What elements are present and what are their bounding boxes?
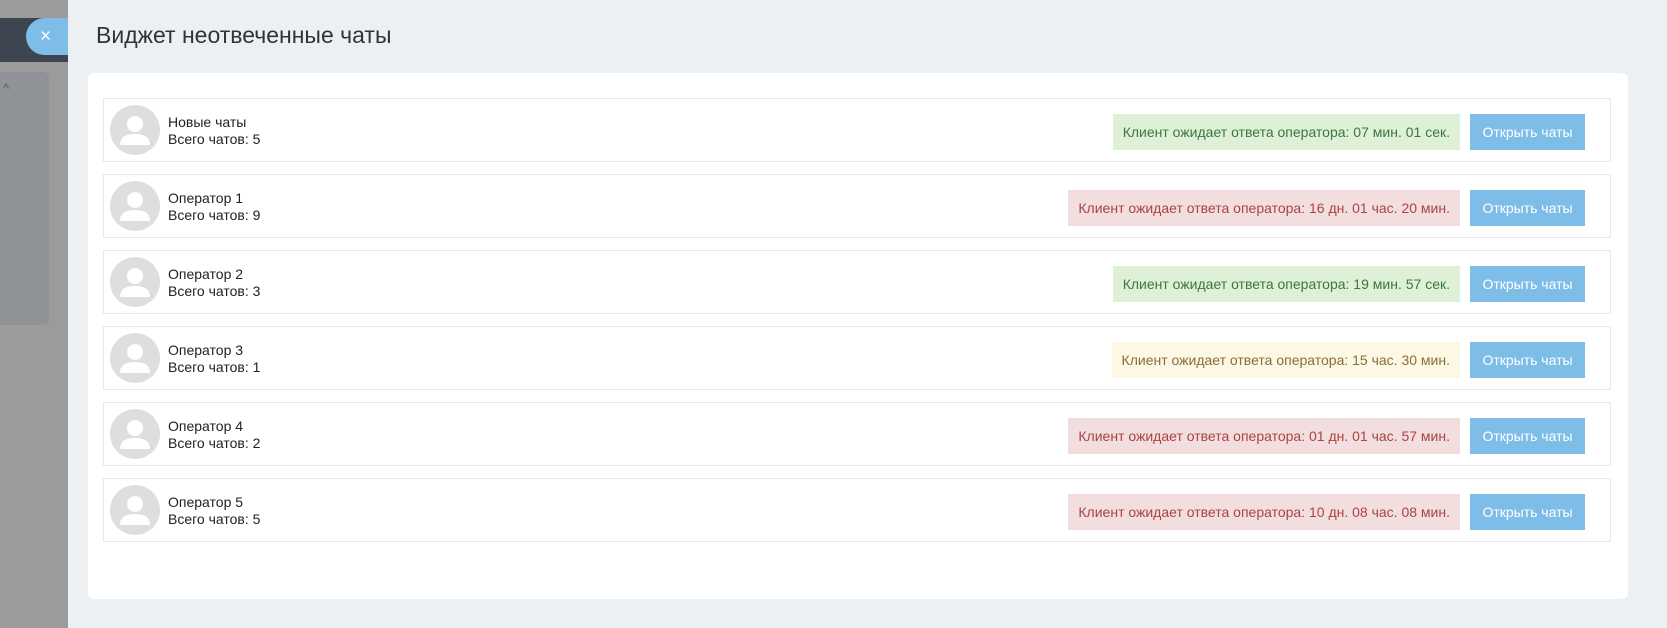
row-total: Всего чатов: 2 bbox=[168, 435, 261, 451]
row-total: Всего чатов: 5 bbox=[168, 131, 261, 147]
row-info: Оператор 1 Всего чатов: 9 bbox=[168, 190, 260, 224]
unanswered-chats-modal: Виджет неотвеченные чаты Новые чаты Всег… bbox=[68, 0, 1667, 628]
row-name: Оператор 2 bbox=[168, 266, 244, 282]
list-item: Оператор 1 Всего чатов: 9 Клиент ожидает… bbox=[103, 174, 1611, 238]
open-chats-button[interactable]: Открыть чаты bbox=[1470, 494, 1585, 530]
list-item: Новые чаты Всего чатов: 5 Клиент ожидает… bbox=[103, 98, 1611, 162]
user-silhouette-icon bbox=[110, 257, 160, 307]
row-info: Оператор 2 Всего чатов: 3 bbox=[168, 266, 260, 300]
user-silhouette-icon bbox=[110, 409, 160, 459]
open-chats-button[interactable]: Открыть чаты bbox=[1470, 266, 1585, 302]
row-info: Оператор 4 Всего чатов: 2 bbox=[168, 418, 260, 452]
status-badge: Клиент ожидает ответа оператора: 07 мин.… bbox=[1112, 114, 1460, 150]
row-name: Оператор 4 bbox=[168, 418, 244, 434]
list-item: Оператор 5 Всего чатов: 5 Клиент ожидает… bbox=[103, 478, 1611, 542]
open-chats-button[interactable]: Открыть чаты bbox=[1470, 418, 1585, 454]
row-name: Оператор 1 bbox=[168, 190, 244, 206]
row-total: Всего чатов: 3 bbox=[168, 283, 261, 299]
status-badge: Клиент ожидает ответа оператора: 19 мин.… bbox=[1112, 266, 1460, 302]
status-badge: Клиент ожидает ответа оператора: 10 дн. … bbox=[1068, 494, 1460, 530]
status-badge: Клиент ожидает ответа оператора: 15 час.… bbox=[1111, 342, 1460, 378]
row-info: Оператор 3 Всего чатов: 1 bbox=[168, 342, 260, 376]
background-panel bbox=[0, 72, 49, 325]
list-item: Оператор 4 Всего чатов: 2 Клиент ожидает… bbox=[103, 402, 1611, 466]
row-info: Оператор 5 Всего чатов: 5 bbox=[168, 494, 260, 528]
row-info: Новые чаты Всего чатов: 5 bbox=[168, 114, 260, 148]
row-name: Оператор 3 bbox=[168, 342, 244, 358]
open-chats-button[interactable]: Открыть чаты bbox=[1470, 342, 1585, 378]
list-item: Оператор 2 Всего чатов: 3 Клиент ожидает… bbox=[103, 250, 1611, 314]
row-total: Всего чатов: 1 bbox=[168, 359, 261, 375]
row-total: Всего чатов: 9 bbox=[168, 207, 261, 223]
user-silhouette-icon bbox=[110, 181, 160, 231]
chats-card: Новые чаты Всего чатов: 5 Клиент ожидает… bbox=[88, 73, 1628, 599]
list-item: Оператор 3 Всего чатов: 1 Клиент ожидает… bbox=[103, 326, 1611, 390]
user-silhouette-icon bbox=[110, 333, 160, 383]
status-badge: Клиент ожидает ответа оператора: 16 дн. … bbox=[1068, 190, 1460, 226]
modal-title: Виджет неотвеченные чаты bbox=[96, 22, 392, 48]
chevron-up-icon: ^ bbox=[3, 81, 10, 96]
open-chats-button[interactable]: Открыть чаты bbox=[1470, 190, 1585, 226]
row-name: Оператор 5 bbox=[168, 494, 244, 510]
user-silhouette-icon bbox=[110, 105, 160, 155]
status-badge: Клиент ожидает ответа оператора: 01 дн. … bbox=[1068, 418, 1460, 454]
row-total: Всего чатов: 5 bbox=[168, 511, 261, 527]
user-silhouette-icon bbox=[110, 485, 160, 535]
open-chats-button[interactable]: Открыть чаты bbox=[1470, 114, 1585, 150]
row-name: Новые чаты bbox=[168, 114, 247, 130]
